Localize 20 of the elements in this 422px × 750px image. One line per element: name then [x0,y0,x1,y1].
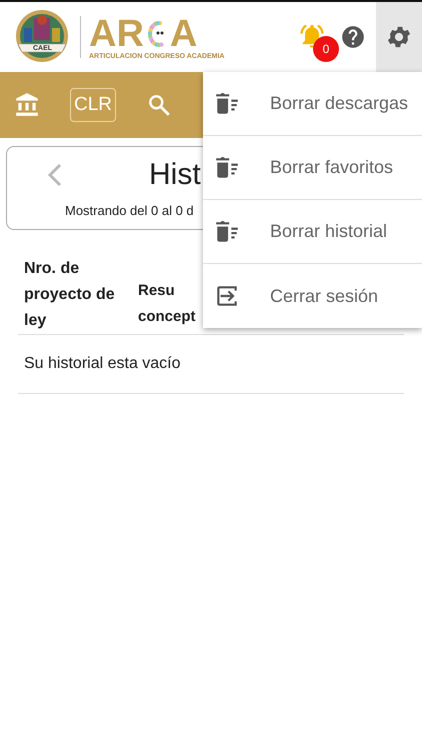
wordmark-text: AR [89,14,144,52]
menu-item[interactable]: Borrar descargas [203,72,422,136]
search-icon[interactable] [146,92,172,118]
menu-item[interactable]: Borrar favoritos [203,136,422,200]
column-header: Resu concept [138,281,197,327]
menu-item[interactable]: Cerrar sesión [203,264,422,328]
results-summary: Mostrando del 0 al 0 d [64,203,195,218]
notification-badge: 0 [313,36,339,62]
wordmark-text: A [170,14,198,52]
menu-item[interactable]: Borrar historial [203,200,422,264]
trash-list-icon [214,218,240,244]
bank-icon[interactable] [14,92,40,118]
trash-list-icon [214,154,240,180]
seal-drawing [14,8,70,64]
settings-button[interactable] [376,2,422,72]
page-title: Hist [149,158,201,192]
empty-message: Su historial esta vacío [23,354,182,374]
help-icon[interactable] [340,24,366,50]
column-header: Nro. de proyecto de ley [24,259,116,331]
trash-list-icon [214,90,240,116]
